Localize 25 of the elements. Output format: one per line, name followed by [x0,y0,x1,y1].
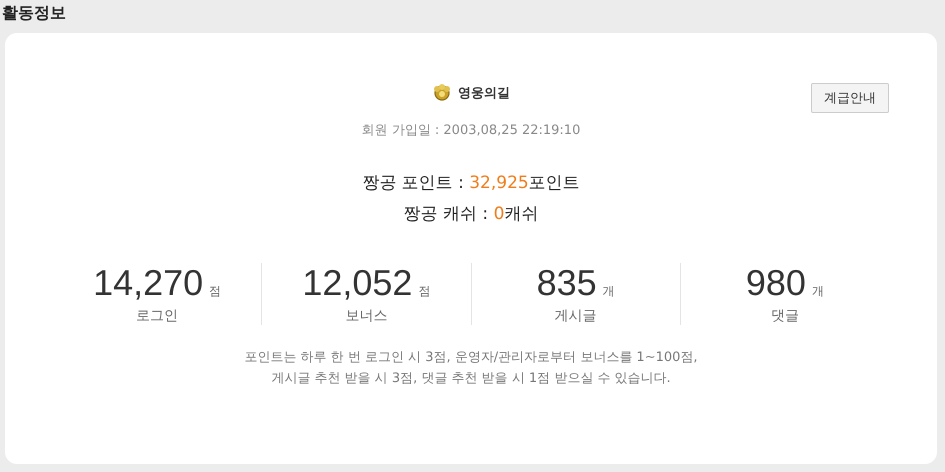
stat-value: 12,052 [302,263,412,303]
stat-value: 14,270 [93,263,204,303]
stat-label: 게시글 [554,307,597,325]
stat-value: 835 [536,263,597,303]
stat-unit: 개 [812,283,824,300]
stat-label: 로그인 [136,307,178,325]
balance-value: 32,925 [469,173,529,193]
rank-guide-button[interactable]: 계급안내 [811,83,889,113]
balance-unit: 포인트 [528,173,580,193]
section-title: 활동정보 [2,2,66,24]
balance-value: 0 [494,204,504,224]
stat-label: 댓글 [770,307,799,325]
stat-unit: 개 [602,283,615,300]
note-text: 게시글 추천 받을 시 3점, 댓글 추천 받을 시 1점 받으실 수 있습니다. [270,370,672,388]
balance-label: 짱공 캐쉬 : [404,204,490,224]
balance-unit: 캐쉬 [504,204,538,224]
stat-unit: 점 [209,283,222,300]
medal-icon [432,83,452,103]
stat-label: 보너스 [345,307,388,325]
note-text: 포인트는 하루 한 번 로그인 시 3점, 운영자/관리자로부터 보너스를 1~100점, [244,349,698,367]
stat-value: 980 [746,263,806,303]
rank-name: 영웅의길 [458,85,510,102]
stat-unit: 점 [418,283,430,300]
balance-label: 짱공 포인트 : [362,173,465,193]
join-date: 회원 가입일 : 2003,08,25 22:19:10 [362,122,580,139]
